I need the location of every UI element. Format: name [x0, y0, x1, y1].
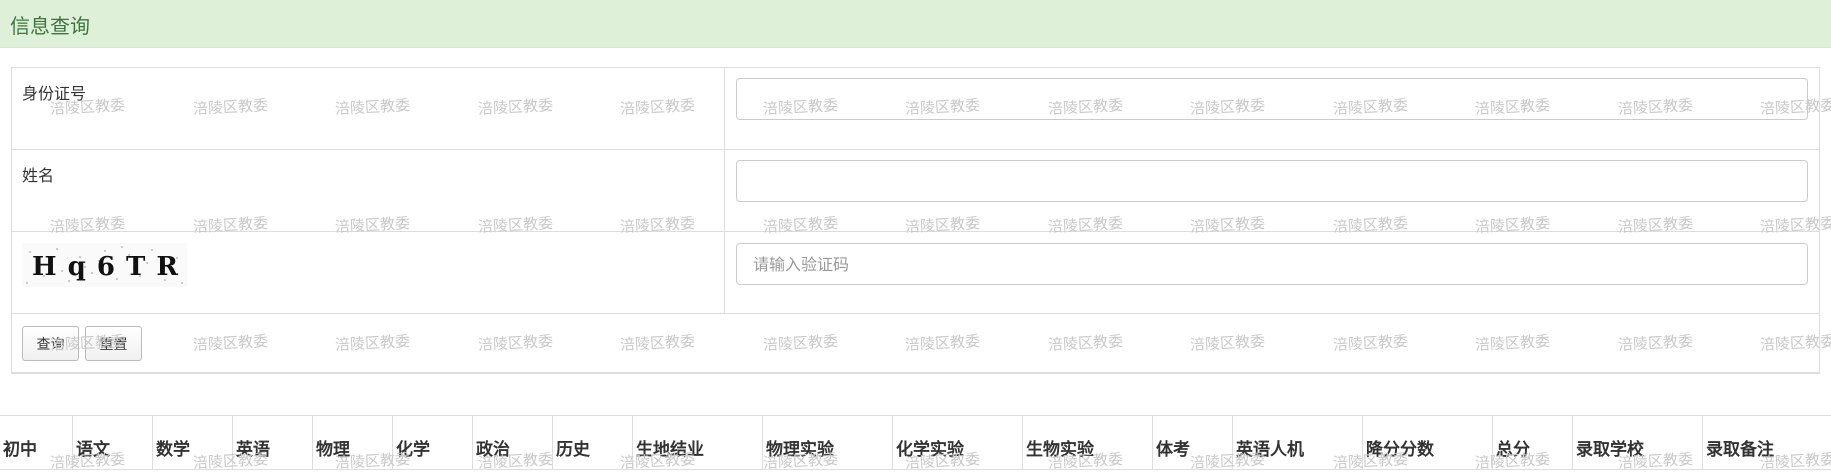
col-header-junior-high: 初中 [3, 440, 37, 460]
query-button[interactable]: 查询 [22, 326, 79, 361]
results-table-header: 初中 语文 数学 英语 物理 化学 政治 历史 生地结业 物理实验 化学实验 生… [0, 415, 1831, 470]
col-header-chemistry: 化学 [392, 416, 472, 470]
col-header-chemistry-lab: 化学实验 [892, 416, 1022, 470]
col-header-admission-notes: 录取备注 [1702, 416, 1831, 470]
col-header-biology-lab: 生物实验 [1022, 416, 1152, 470]
col-header-chinese: 语文 [72, 416, 152, 470]
col-header-english: 英语 [232, 416, 312, 470]
col-header-total: 总分 [1492, 416, 1572, 470]
name-input[interactable] [736, 160, 1808, 202]
col-header-history: 历史 [552, 416, 632, 470]
col-header-physics: 物理 [312, 416, 392, 470]
col-header-politics: 政治 [472, 416, 552, 470]
page-header: 信息查询 [0, 0, 1831, 48]
id-number-label: 身份证号 [22, 84, 87, 103]
captcha-text: H q 6 T R [32, 252, 179, 282]
col-header-english-oral: 英语人机 [1232, 416, 1362, 470]
page-title: 信息查询 [10, 14, 90, 38]
col-header-math: 数学 [152, 416, 232, 470]
reset-button[interactable]: 重置 [85, 326, 142, 361]
col-header-bio-geo: 生地结业 [632, 416, 762, 470]
captcha-input[interactable] [736, 243, 1808, 285]
col-header-bonus-points: 降分分数 [1362, 416, 1492, 470]
col-header-pe-exam: 体考 [1152, 416, 1232, 470]
query-form: 身份证号 姓名 H q 6 T R 查询 重置 [11, 67, 1820, 374]
col-header-physics-lab: 物理实验 [762, 416, 892, 470]
id-number-input[interactable] [736, 78, 1808, 120]
name-label: 姓名 [22, 166, 55, 185]
form-row-actions [12, 314, 1819, 373]
col-header-admitted-school: 录取学校 [1572, 416, 1702, 470]
captcha-image[interactable]: H q 6 T R [22, 243, 187, 287]
